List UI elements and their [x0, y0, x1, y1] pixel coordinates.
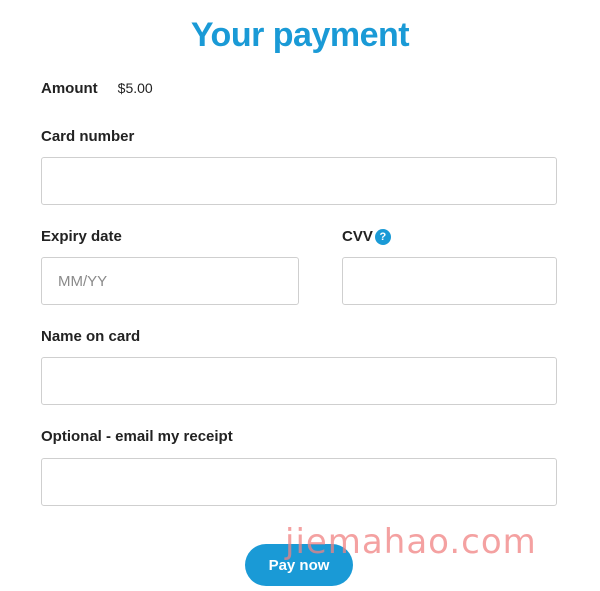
amount-row: Amount $5.00: [41, 80, 153, 97]
payment-page: Your payment Amount $5.00 Card number Ex…: [0, 0, 600, 591]
expiry-date-input[interactable]: [41, 257, 299, 305]
page-title: Your payment: [190, 16, 410, 54]
card-number-input[interactable]: [41, 157, 557, 205]
amount-value: $5.00: [117, 80, 153, 96]
expiry-date-label: Expiry date: [41, 228, 122, 245]
help-icon[interactable]: ?: [374, 228, 391, 245]
email-receipt-label: Optional - email my receipt: [41, 428, 233, 445]
name-on-card-input[interactable]: [41, 357, 557, 405]
card-number-label: Card number: [41, 128, 135, 145]
amount-label: Amount: [41, 80, 98, 97]
email-receipt-input[interactable]: [41, 458, 557, 506]
cvv-label-group: CVV ?: [342, 228, 391, 245]
cvv-input[interactable]: [342, 257, 557, 305]
pay-now-button[interactable]: Pay now: [245, 544, 353, 586]
cvv-label: CVV: [342, 228, 373, 245]
name-on-card-label: Name on card: [41, 328, 141, 345]
